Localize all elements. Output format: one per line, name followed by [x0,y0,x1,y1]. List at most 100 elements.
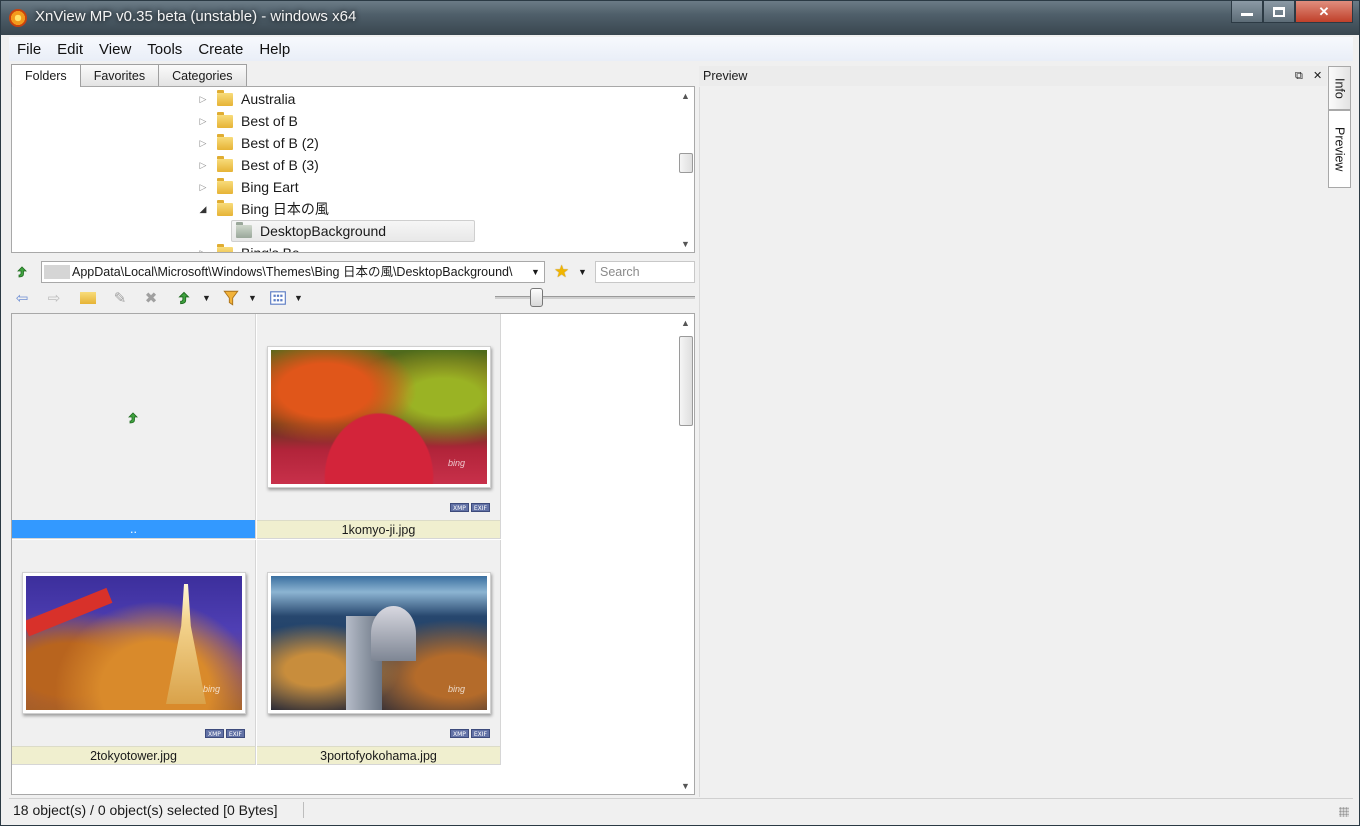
exif-badge-icon: EXIF [225,729,245,738]
preview-panel-header: Preview ⧉ ✕ [699,66,1327,86]
folder-tree: ▷ Australia ▷ Best of B ▷ Best of B (2) … [11,86,695,253]
thumbnail-browser: .. bing XMP EXIF 1komyo-ji.jpg bing XMP … [11,313,695,795]
view-mode-icon[interactable] [269,289,287,307]
exif-badge-icon: EXIF [470,503,490,512]
thumbnail-scrollbar[interactable]: ▲ ▼ [677,314,694,794]
tree-item[interactable]: ▷ Best of B (3) [198,154,319,176]
menu-tools[interactable]: Tools [139,41,190,58]
folder-panel-tabs: Folders Favorites Categories [11,64,247,87]
folder-icon [217,177,233,194]
window-title: XnView MP v0.35 beta (unstable) - window… [35,8,357,25]
title-bar[interactable]: XnView MP v0.35 beta (unstable) - window… [1,1,1359,35]
collapse-arrow-icon[interactable]: ◢ [198,204,208,214]
preview-area [699,87,1327,797]
menu-file[interactable]: File [9,41,49,58]
thumbnail-label: .. [12,520,255,538]
tree-item[interactable]: ▷ Best of B (2) [198,132,319,154]
image-detail [26,587,113,637]
menu-create[interactable]: Create [190,41,251,58]
address-path-field[interactable]: AppData\Local\Microsoft\Windows\Themes\B… [41,261,545,283]
expand-arrow-icon[interactable]: ▷ [198,160,208,170]
tab-favorites[interactable]: Favorites [79,64,160,86]
address-bar: AppData\Local\Microsoft\Windows\Themes\B… [11,261,695,283]
rename-icon[interactable]: ✎ [111,289,129,307]
expand-arrow-icon[interactable]: ▷ [198,248,208,253]
scroll-down-icon[interactable]: ▼ [677,235,694,252]
side-tab-info[interactable]: Info [1328,66,1351,110]
thumbnail-size-slider-thumb[interactable] [530,288,543,307]
tree-selection-highlight: DesktopBackground [231,220,476,242]
xnview-logo-icon[interactable] [9,9,27,27]
tab-categories[interactable]: Categories [158,64,247,86]
bing-watermark: bing [202,684,220,694]
folder-tree-scrollbar[interactable]: ▲ ▼ [677,87,694,252]
minimize-button[interactable] [1231,1,1263,23]
tree-item[interactable]: ▷ Australia [198,88,295,110]
scrollbar-thumb[interactable] [679,336,693,426]
favorite-star-icon[interactable]: ★ [554,262,569,282]
thumbnail-frame: bing [22,572,246,714]
expand-arrow-icon[interactable]: ▷ [198,138,208,148]
close-panel-icon[interactable]: ✕ [1313,66,1322,86]
close-icon: ✕ [1318,3,1330,19]
thumbnail-cell[interactable]: bing XMP EXIF 1komyo-ji.jpg [257,314,501,539]
preview-title: Preview [703,69,748,83]
scroll-down-icon[interactable]: ▼ [677,777,694,794]
tree-item-label: DesktopBackground [260,223,387,239]
sort-icon[interactable] [175,289,193,307]
menu-edit[interactable]: Edit [49,41,91,58]
side-tab-preview[interactable]: Preview [1328,110,1351,188]
search-input[interactable] [595,261,695,283]
folder-icon [217,89,233,106]
parent-folder-icon [128,412,138,424]
delete-icon[interactable]: ✖ [142,289,160,307]
folder-icon [236,221,252,238]
bing-watermark: bing [447,684,465,694]
tree-item[interactable]: ▷ Bing Eart [198,176,299,198]
view-mode-dropdown-icon[interactable]: ▼ [294,293,303,303]
expand-arrow-icon[interactable]: ▷ [198,116,208,126]
close-button[interactable]: ✕ [1295,1,1353,23]
filter-dropdown-icon[interactable]: ▼ [248,293,257,303]
tree-item[interactable]: ▷ Best of B [198,110,298,132]
menu-help[interactable]: Help [251,41,298,58]
thumbnail-size-slider[interactable] [495,296,695,299]
thumbnail-cell[interactable]: bing XMP EXIF 2tokyotower.jpg [12,540,256,765]
tree-item[interactable]: ▷ Bing's Be [198,242,300,253]
sort-dropdown-icon[interactable]: ▼ [202,293,211,303]
window-controls: ✕ [1231,1,1353,23]
float-panel-icon[interactable]: ⧉ [1295,66,1303,86]
new-folder-icon[interactable] [79,289,97,307]
favorite-dropdown-icon[interactable]: ▼ [578,267,587,277]
go-up-arrow-icon[interactable] [15,265,29,279]
tree-item[interactable]: ◢ Bing 日本の風 [198,198,329,220]
redacted-username [44,265,70,279]
forward-arrow-icon[interactable]: ⇨ [45,289,63,307]
xmp-badge-icon: XMP [449,729,469,738]
resize-grip-icon[interactable] [1339,807,1349,817]
thumbnail-image: bing [271,576,487,710]
back-arrow-icon[interactable]: ⇦ [13,289,31,307]
thumbnail-label: 2tokyotower.jpg [12,746,255,764]
thumbnail-cell-parent[interactable]: .. [12,314,256,539]
tab-folders[interactable]: Folders [11,64,81,87]
folder-icon [217,111,233,128]
status-text: 18 object(s) / 0 object(s) selected [0 B… [13,802,278,818]
scrollbar-thumb[interactable] [679,153,693,173]
menu-view[interactable]: View [91,41,139,58]
address-dropdown-icon[interactable]: ▼ [531,267,540,277]
maximize-button[interactable] [1263,1,1295,23]
scroll-up-icon[interactable]: ▲ [677,87,694,104]
thumbnail-cell[interactable]: bing XMP EXIF 3portofyokohama.jpg [257,540,501,765]
expand-arrow-icon[interactable]: ▷ [198,182,208,192]
expand-arrow-icon[interactable]: ▷ [198,94,208,104]
thumbnail-label: 1komyo-ji.jpg [257,520,500,538]
tree-item-label: Best of B (2) [241,135,319,151]
status-bar: 18 object(s) / 0 object(s) selected [0 B… [9,798,1353,820]
tree-item-selected[interactable]: DesktopBackground [231,220,476,242]
new-folder-shape [80,292,96,304]
thumbnail-label: 3portofyokohama.jpg [257,746,500,764]
filter-icon[interactable] [222,289,240,307]
scroll-up-icon[interactable]: ▲ [677,314,694,331]
thumbnail-image: bing [271,350,487,484]
